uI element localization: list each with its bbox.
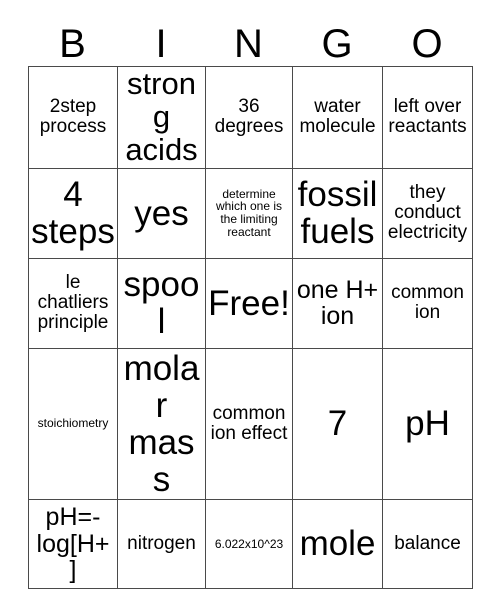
bingo-cell-n1[interactable]: 36 degrees: [205, 66, 293, 169]
bingo-cell-o4[interactable]: pH: [382, 347, 473, 500]
bingo-cell-n2[interactable]: determine which one is the limiting reac…: [205, 167, 293, 259]
bingo-row: 2step process strong acids 36 degrees wa…: [28, 66, 473, 169]
bingo-row: stoichiometry molar mass common ion effe…: [28, 347, 473, 500]
bingo-cell-b4[interactable]: stoichiometry: [28, 347, 118, 500]
bingo-cell-g2[interactable]: fossil fuels: [292, 167, 383, 259]
bingo-cell-i1[interactable]: strong acids: [117, 66, 206, 169]
bingo-cell-i3[interactable]: spool: [117, 257, 206, 349]
bingo-cell-i4[interactable]: molar mass: [117, 347, 206, 500]
bingo-cell-b3[interactable]: le chatliers principle: [28, 257, 118, 349]
bingo-cell-n4[interactable]: common ion effect: [205, 347, 293, 500]
bingo-header-letter-n: N: [234, 22, 263, 66]
bingo-cell-g1[interactable]: water molecule: [292, 66, 383, 169]
bingo-cell-b1[interactable]: 2step process: [28, 66, 118, 169]
bingo-grid: 2step process strong acids 36 degrees wa…: [28, 66, 473, 589]
bingo-header-letter-o: O: [411, 22, 443, 66]
bingo-cell-b2[interactable]: 4 steps: [28, 167, 118, 259]
bingo-row: le chatliers principle spool Free! one H…: [28, 257, 473, 349]
bingo-cell-g3[interactable]: one H+ ion: [292, 257, 383, 349]
bingo-cell-o1[interactable]: left over reactants: [382, 66, 473, 169]
bingo-header-letter-g: G: [321, 22, 353, 66]
bingo-cell-o2[interactable]: they conduct electricity: [382, 167, 473, 259]
bingo-cell-i2[interactable]: yes: [117, 167, 206, 259]
bingo-cell-free[interactable]: Free!: [205, 257, 293, 349]
bingo-header-letter-i: I: [155, 22, 167, 66]
bingo-card: B I N G O 2step process strong acids 36 …: [28, 12, 473, 589]
bingo-header-row: B I N G O: [28, 12, 472, 66]
bingo-header-letter-b: B: [59, 22, 86, 66]
bingo-row: 4 steps yes determine which one is the l…: [28, 167, 473, 259]
bingo-cell-g4[interactable]: 7: [292, 347, 383, 500]
bingo-cell-o3[interactable]: common ion: [382, 257, 473, 349]
